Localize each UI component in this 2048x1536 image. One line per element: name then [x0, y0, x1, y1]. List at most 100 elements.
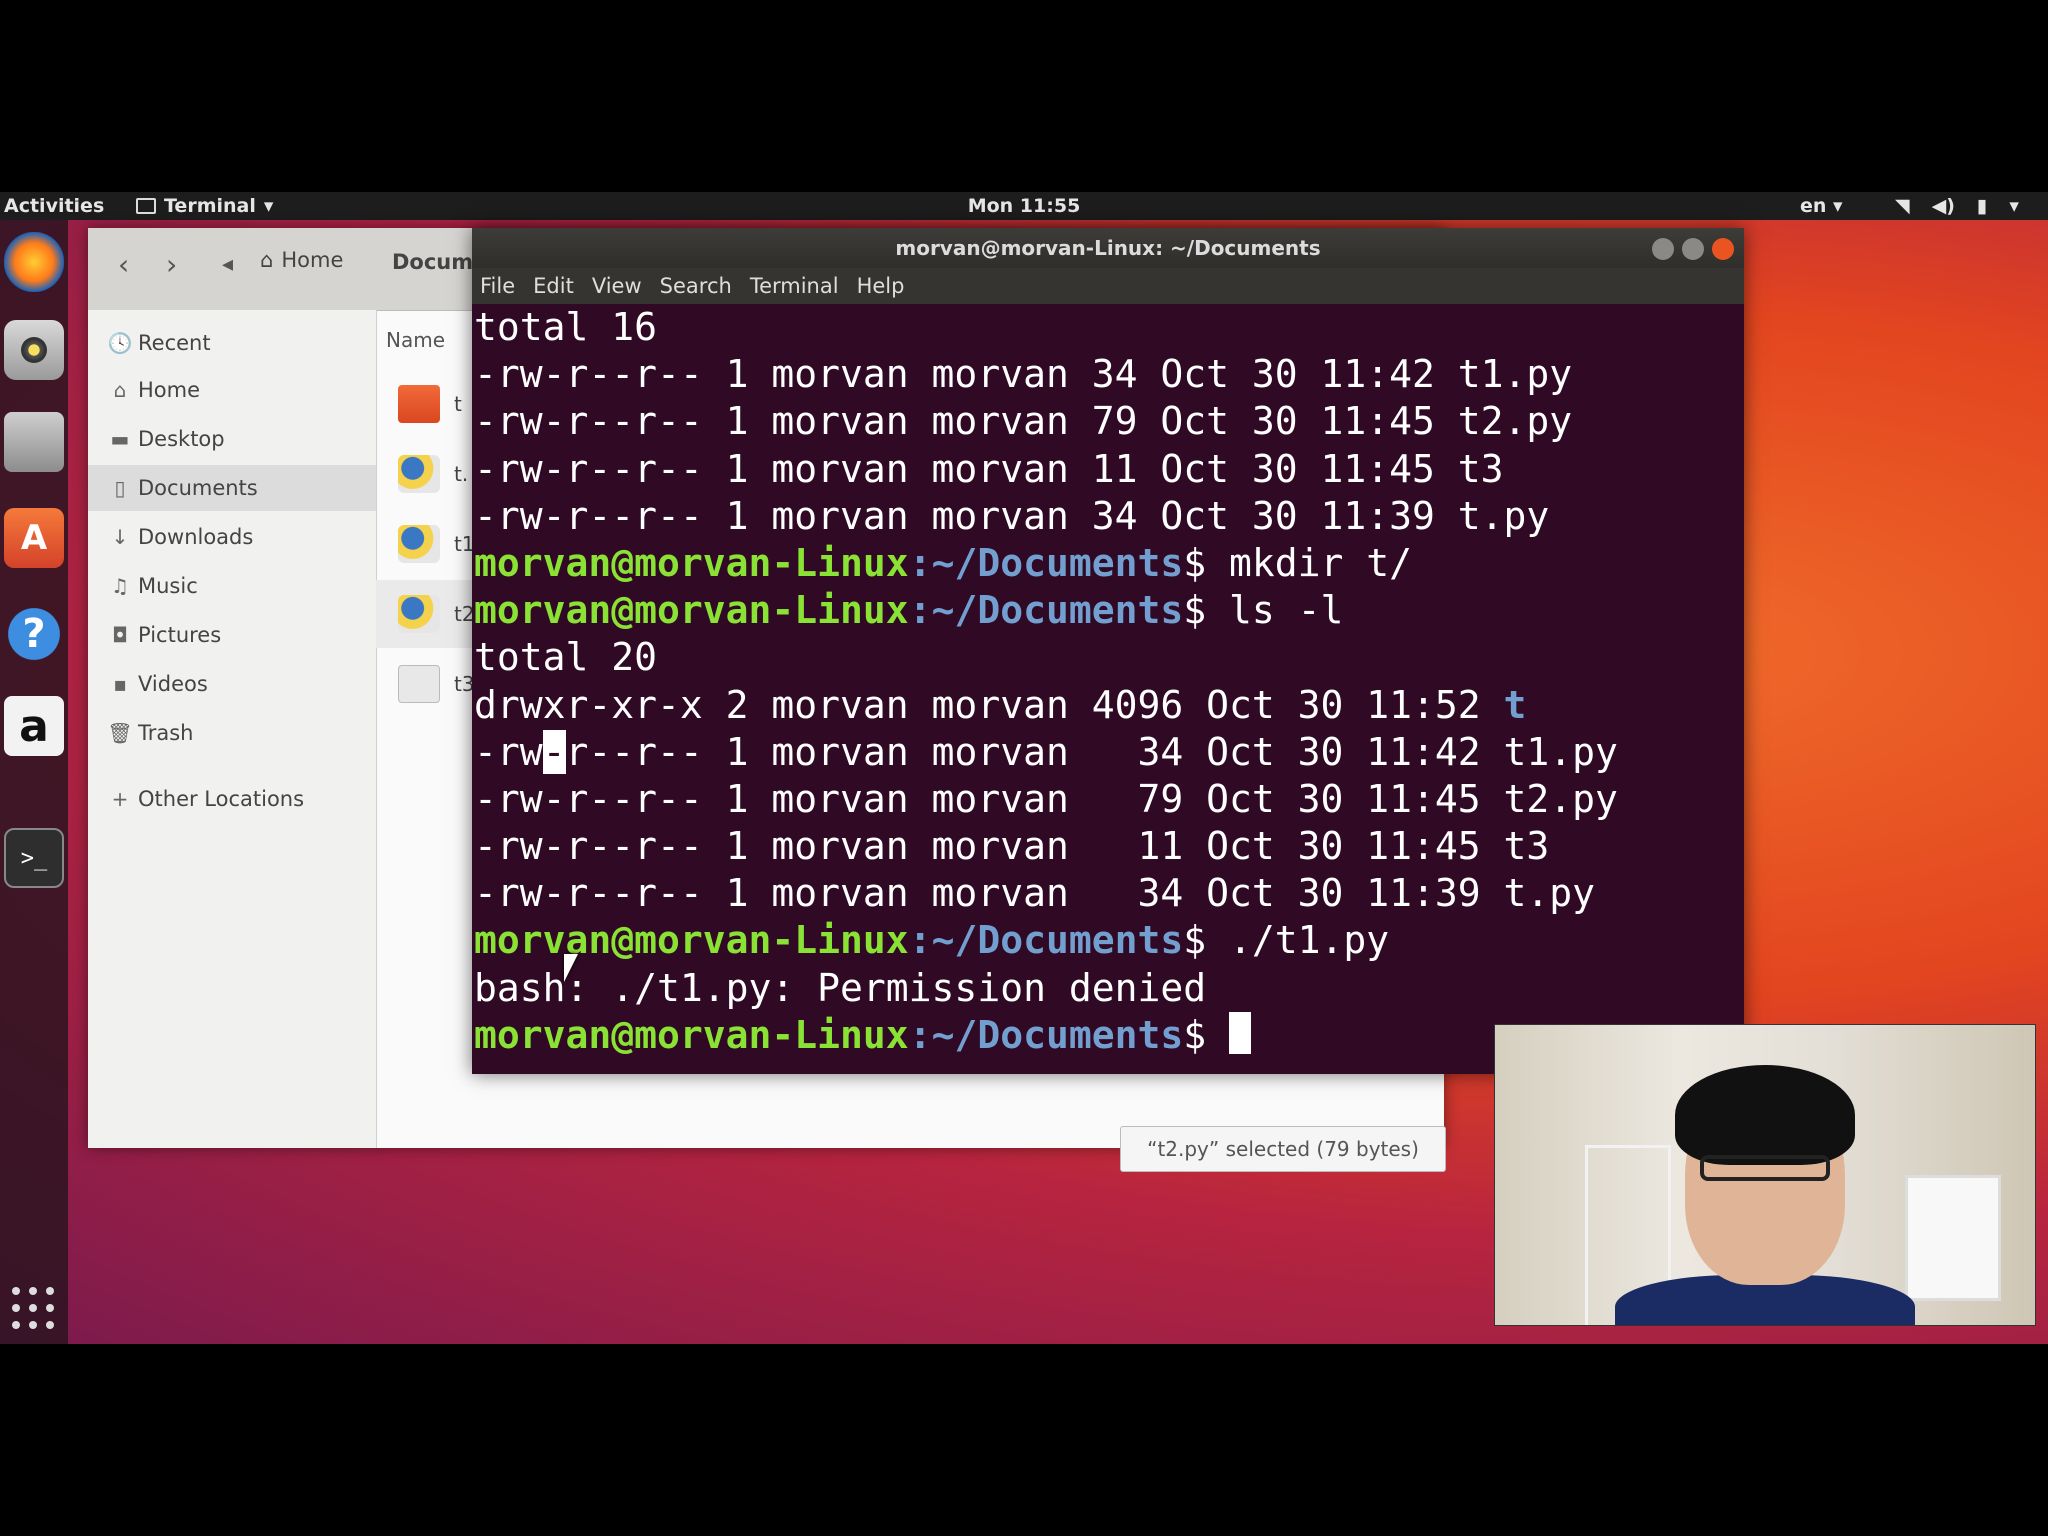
video-icon: ▪: [113, 672, 127, 696]
home-icon: ⌂: [260, 248, 274, 272]
sidebar-item-label: Downloads: [138, 525, 254, 549]
amazon-icon[interactable]: a: [4, 696, 64, 756]
back-button[interactable]: ‹: [118, 248, 129, 281]
breadcrumb-home[interactable]: ⌂ Home: [260, 248, 343, 272]
sidebar-item-label: Videos: [138, 672, 208, 696]
home-icon: ⌂: [113, 378, 127, 402]
language-indicator[interactable]: en ▾: [1800, 195, 1843, 217]
prompt-user: morvan@morvan-Linux: [474, 918, 909, 963]
terminal-text: -rw: [474, 729, 543, 774]
sidebar-item-downloads[interactable]: ↓ Downloads: [88, 514, 376, 560]
show-apps-icon[interactable]: [6, 1280, 62, 1336]
trash-icon: 🗑: [107, 721, 133, 745]
maximize-button[interactable]: [1682, 238, 1704, 260]
sidebar-item-documents[interactable]: ▯ Documents: [88, 465, 376, 511]
forward-button[interactable]: ›: [166, 248, 177, 281]
presenter-hair: [1675, 1065, 1855, 1165]
status-area[interactable]: ◥ ◀) ▮ ▾: [1895, 195, 2019, 217]
terminal-text: drwxr-xr-x 2 morvan morvan 4096 Oct 30 1…: [474, 682, 1504, 727]
terminal-titlebar[interactable]: morvan@morvan-Linux: ~/Documents: [472, 228, 1744, 268]
sidebar-item-label: Other Locations: [138, 787, 305, 811]
sidebar-item-label: Home: [138, 378, 201, 402]
sidebar-item-label: Desktop: [138, 427, 225, 451]
rhythmbox-icon[interactable]: [4, 320, 64, 380]
terminal-line: -rw-r--r-- 1 morvan morvan 79 Oct 30 11:…: [474, 776, 1618, 821]
prompt-line: morvan@morvan-Linux:~/Documents$ ./t1.py: [474, 917, 1744, 964]
selection-status: “t2.py” selected (79 bytes): [1120, 1126, 1446, 1172]
prompt-symbol: $: [1183, 1012, 1229, 1057]
software-icon[interactable]: A: [4, 508, 64, 568]
sidebar-item-label: Trash: [138, 721, 194, 745]
close-button[interactable]: [1712, 238, 1734, 260]
clock[interactable]: Mon 11:55: [0, 195, 2048, 217]
column-header-name[interactable]: Name: [386, 328, 445, 352]
menu-help[interactable]: Help: [857, 274, 905, 298]
webcam-overlay: [1494, 1024, 2036, 1326]
battery-icon: ▮: [1976, 195, 1988, 217]
terminal-output[interactable]: total 16 -rw-r--r-- 1 morvan morvan 34 Oc…: [472, 304, 1744, 1074]
prompt-user: morvan@morvan-Linux: [474, 1012, 909, 1057]
files-icon[interactable]: [4, 412, 64, 472]
terminal-line: total 20: [474, 635, 658, 680]
menu-view[interactable]: View: [592, 274, 642, 298]
menu-search[interactable]: Search: [660, 274, 732, 298]
terminal-line: -rw-r--r-- 1 morvan morvan 79 Oct 30 11:…: [474, 399, 1573, 444]
sidebar-item-trash[interactable]: 🗑 Trash: [88, 710, 376, 756]
sidebar-item-videos[interactable]: ▪ Videos: [88, 661, 376, 707]
prompt-user: morvan@morvan-Linux: [474, 588, 909, 633]
firefox-icon[interactable]: [4, 232, 64, 292]
terminal-line: drwxr-xr-x 2 morvan morvan 4096 Oct 30 1…: [474, 682, 1744, 729]
download-icon: ↓: [111, 525, 129, 549]
terminal-menubar: File Edit View Search Terminal Help: [472, 268, 1744, 304]
volume-icon: ◀): [1931, 195, 1955, 217]
help-icon[interactable]: ?: [4, 604, 64, 664]
prompt-line: morvan@morvan-Linux:~/Documents$ mkdir t…: [474, 540, 1744, 587]
breadcrumb-documents[interactable]: Docum: [392, 250, 473, 274]
document-icon: ▯: [114, 476, 126, 500]
prompt-path: :~/Documents: [908, 918, 1184, 963]
terminal-line: -rw-r--r-- 1 morvan morvan 34 Oct 30 11:…: [474, 729, 1744, 776]
menu-terminal[interactable]: Terminal: [750, 274, 839, 298]
window-title: morvan@morvan-Linux: ~/Documents: [895, 236, 1321, 260]
text-cursor: [1229, 1011, 1251, 1054]
top-bar: Activities Terminal ▾ Mon 11:55 en ▾ ◥ ◀…: [0, 192, 2048, 220]
terminal-window[interactable]: morvan@morvan-Linux: ~/Documents File Ed…: [472, 228, 1744, 1074]
sidebar-item-label: Documents: [138, 476, 258, 500]
prompt-symbol: $: [1183, 918, 1229, 963]
sidebar-item-pictures[interactable]: ◘ Pictures: [88, 612, 376, 658]
webcam-background: [1905, 1175, 2001, 1301]
terminal-line: -rw-r--r-- 1 morvan morvan 34 Oct 30 11:…: [474, 352, 1573, 397]
directory-name: t: [1503, 682, 1527, 727]
mouse-pointer-icon: [564, 954, 578, 982]
python-file-icon: [398, 595, 440, 633]
wifi-icon: ◥: [1895, 195, 1910, 217]
sidebar-item-other-locations[interactable]: + Other Locations: [88, 776, 376, 822]
sidebar-item-music[interactable]: ♫ Music: [88, 563, 376, 609]
system-menu-icon: ▾: [2009, 195, 2019, 217]
prompt-symbol: $: [1183, 588, 1229, 633]
minimize-button[interactable]: [1652, 238, 1674, 260]
terminal-line: total 16: [474, 305, 658, 349]
breadcrumb-home-label: Home: [281, 248, 344, 272]
prompt-path: :~/Documents: [908, 540, 1184, 585]
sidebar-item-desktop[interactable]: ▬ Desktop: [88, 416, 376, 462]
python-file-icon: [398, 455, 440, 493]
prompt-user: morvan@morvan-Linux: [474, 540, 909, 585]
file-name: t.: [454, 462, 469, 486]
folder-icon: [398, 385, 440, 423]
menu-edit[interactable]: Edit: [533, 274, 574, 298]
terminal-icon[interactable]: >_: [4, 828, 64, 888]
desktop: Activities Terminal ▾ Mon 11:55 en ▾ ◥ ◀…: [0, 192, 2048, 1344]
sidebar-item-label: Music: [138, 574, 198, 598]
sidebar-item-recent[interactable]: 🕓 Recent: [88, 320, 376, 366]
plus-icon: +: [111, 787, 129, 811]
terminal-line: -rw-r--r-- 1 morvan morvan 11 Oct 30 11:…: [474, 446, 1504, 491]
dock: A ? a >_: [0, 220, 68, 1344]
sidebar-item-home[interactable]: ⌂ Home: [88, 367, 376, 413]
terminal-line: -rw-r--r-- 1 morvan morvan 34 Oct 30 11:…: [474, 493, 1550, 538]
terminal-line: bash: ./t1.py: Permission denied: [474, 965, 1207, 1010]
command-text: ./t1.py: [1229, 918, 1390, 963]
menu-file[interactable]: File: [480, 274, 515, 298]
python-file-icon: [398, 525, 440, 563]
path-left-button[interactable]: ◂: [222, 252, 233, 277]
